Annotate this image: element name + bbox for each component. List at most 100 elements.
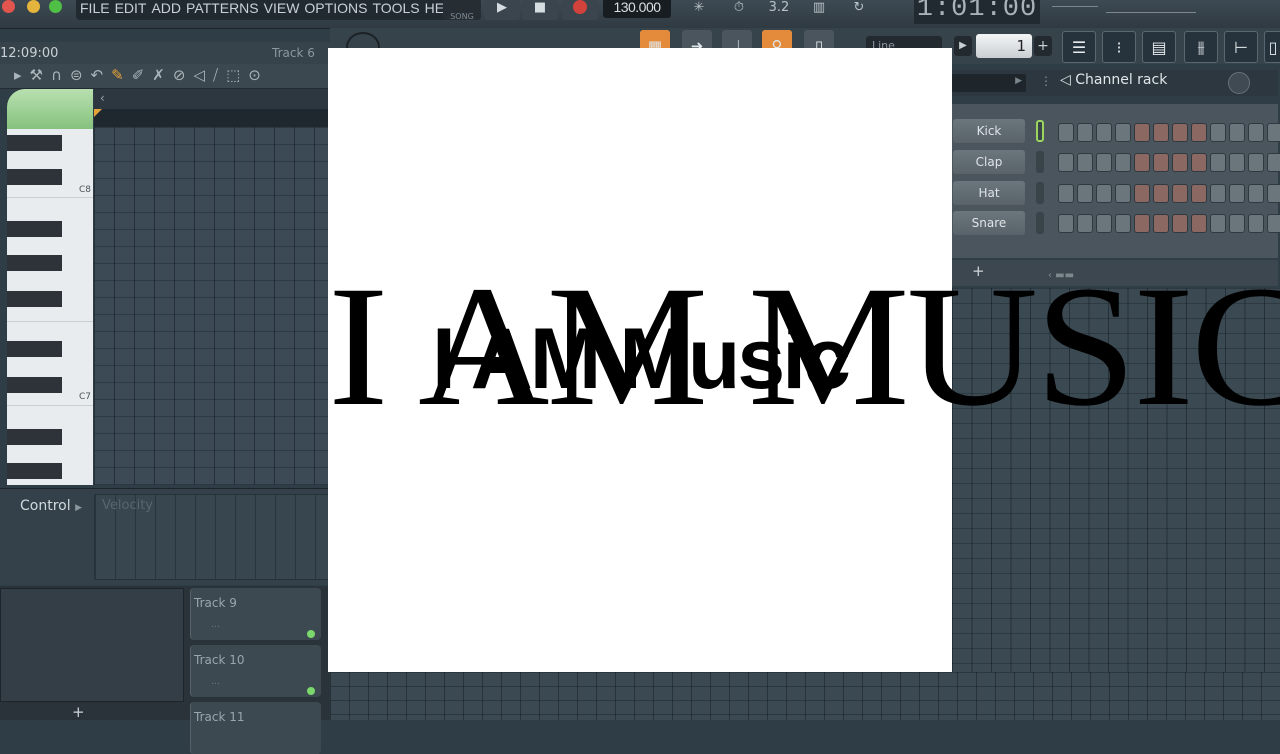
maximize-window-button[interactable] [49, 0, 62, 13]
menu-add[interactable]: ADD [151, 0, 181, 16]
chevron-left-icon[interactable]: ‹ [100, 91, 105, 105]
step[interactable] [1267, 214, 1280, 233]
black-key[interactable] [7, 377, 62, 393]
piano-roll-ruler[interactable]: ‹ [94, 89, 330, 109]
step[interactable] [1248, 214, 1264, 233]
playlist-grid[interactable] [330, 672, 1280, 720]
step[interactable] [1267, 153, 1280, 172]
swing-knob[interactable] [1228, 72, 1250, 94]
loop-record-icon[interactable]: ↻ [842, 0, 876, 20]
black-key[interactable] [7, 135, 62, 151]
step[interactable] [1134, 153, 1150, 172]
menu-patterns[interactable]: PATTERNS [186, 0, 259, 16]
step[interactable] [1077, 123, 1093, 142]
channel-select-led[interactable] [1036, 120, 1044, 142]
mixer-view-button[interactable]: ⫵ [1184, 31, 1218, 63]
step[interactable] [1210, 123, 1226, 142]
wait-record-icon[interactable]: ⏱ [722, 0, 756, 20]
wrench-icon[interactable]: ⚒ [30, 66, 43, 84]
slice-icon[interactable]: ⧸ [213, 66, 218, 84]
black-key[interactable] [7, 169, 62, 185]
black-key[interactable] [7, 255, 62, 271]
step[interactable] [1115, 153, 1131, 172]
channel-select-led[interactable] [1036, 212, 1044, 234]
step[interactable] [1115, 214, 1131, 233]
record-button[interactable] [562, 0, 598, 20]
step[interactable] [1058, 153, 1074, 172]
step[interactable] [1229, 214, 1245, 233]
step[interactable] [1210, 153, 1226, 172]
more-icon[interactable]: … [211, 620, 220, 630]
pattern-number-input[interactable]: 1 [976, 34, 1032, 58]
channel-button-snare[interactable]: Snare [953, 211, 1025, 235]
step[interactable] [1096, 123, 1112, 142]
paint-icon[interactable]: ✐ [132, 66, 145, 84]
menu-edit[interactable]: EDIT [115, 0, 147, 16]
track-mute-led[interactable] [307, 630, 315, 638]
step[interactable] [1077, 184, 1093, 203]
step[interactable] [1172, 153, 1188, 172]
piano-keyboard[interactable]: C8 C7 [7, 129, 93, 485]
step[interactable] [1096, 153, 1112, 172]
stop-button[interactable]: ■ [522, 0, 558, 20]
channel-button-kick[interactable]: Kick [953, 119, 1025, 143]
step[interactable] [1153, 123, 1169, 142]
control-selector[interactable]: Control ▶ [20, 498, 82, 514]
step[interactable] [1248, 184, 1264, 203]
step[interactable] [1153, 153, 1169, 172]
step[interactable] [1134, 214, 1150, 233]
metronome-icon[interactable]: ✳ [682, 0, 716, 20]
plugin-picker-button[interactable]: ▯ [1264, 31, 1280, 63]
step[interactable] [1229, 184, 1245, 203]
song-mode-button[interactable]: SONG [443, 0, 481, 21]
step[interactable] [1172, 184, 1188, 203]
step[interactable] [1172, 214, 1188, 233]
step[interactable] [1248, 153, 1264, 172]
channel-select-led[interactable] [1036, 182, 1044, 204]
step-sequencer-row[interactable] [1058, 123, 1280, 142]
menu-view[interactable]: VIEW [264, 0, 300, 16]
step[interactable] [1229, 123, 1245, 142]
channel-select-led[interactable] [1036, 151, 1044, 173]
channel-button-clap[interactable]: Clap [953, 150, 1025, 174]
step[interactable] [1191, 214, 1207, 233]
speaker-icon[interactable]: ◁ [193, 66, 205, 84]
step[interactable] [1058, 123, 1074, 142]
menu-icon[interactable]: ⊜ [70, 66, 83, 84]
step[interactable] [1248, 123, 1264, 142]
mute-tool-icon[interactable]: ⊘ [173, 66, 186, 84]
black-key[interactable] [7, 221, 62, 237]
play-button[interactable]: ▶ [484, 0, 520, 20]
step[interactable] [1267, 123, 1280, 142]
step[interactable] [1267, 184, 1280, 203]
browser-view-button[interactable]: ⊢ [1224, 31, 1258, 63]
drag-handle-icon[interactable]: ⋮ [1040, 74, 1052, 88]
pattern-prev-button[interactable]: ▶ [954, 36, 972, 56]
note-grid[interactable] [94, 127, 330, 485]
step[interactable] [1077, 214, 1093, 233]
step[interactable] [1058, 214, 1074, 233]
playlist-track[interactable]: Track 11 [190, 702, 321, 754]
channel-rack-view-button[interactable]: ▤ [1142, 31, 1176, 63]
playhead-marker[interactable] [94, 109, 102, 117]
step[interactable] [1115, 184, 1131, 203]
countdown-icon[interactable]: 3.2 [762, 0, 796, 20]
playlist-track[interactable]: Track 9 … [190, 588, 321, 640]
step[interactable] [1096, 214, 1112, 233]
step[interactable] [1191, 153, 1207, 172]
piano-roll-view-button[interactable]: ⁝ [1102, 31, 1136, 63]
step-edit-icon[interactable]: ▥ [802, 0, 836, 20]
menu-tools[interactable]: TOOLS [372, 0, 419, 16]
step[interactable] [1153, 214, 1169, 233]
arrow-right-icon[interactable]: ▸ [14, 66, 22, 84]
step[interactable] [1153, 184, 1169, 203]
step[interactable] [1172, 123, 1188, 142]
menu-file[interactable]: FILE [80, 0, 110, 16]
step[interactable] [1058, 184, 1074, 203]
step-sequencer-row[interactable] [1058, 184, 1280, 203]
channel-button-hat[interactable]: Hat [953, 181, 1025, 205]
more-icon[interactable]: … [211, 677, 220, 687]
minimize-window-button[interactable] [27, 0, 40, 13]
step[interactable] [1096, 184, 1112, 203]
add-track-button[interactable]: + [72, 703, 85, 721]
